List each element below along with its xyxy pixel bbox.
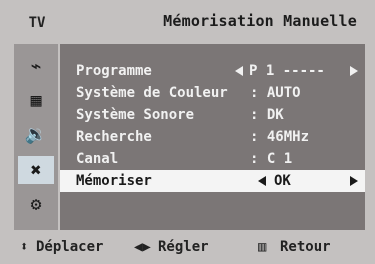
row-value: : C 1	[250, 151, 293, 167]
right-arrow-icon[interactable]	[350, 66, 358, 76]
left-arrow-icon[interactable]	[235, 66, 243, 76]
move-hint-icon: ⬍	[20, 239, 29, 255]
row-label: Système Sonore	[76, 107, 195, 123]
satellite-icon[interactable]: ✖	[18, 156, 54, 184]
menu-title: Mémorisation Manuelle	[163, 12, 357, 30]
row-value: : DK	[250, 107, 284, 123]
settings-icon[interactable]: ⚙	[18, 190, 54, 218]
speaker-icon[interactable]: 🔉	[18, 120, 54, 148]
picture-icon[interactable]: ▦	[18, 86, 54, 114]
menu-row-systeme-sonore[interactable]: Système Sonore : DK	[60, 104, 365, 126]
menu-row-programme[interactable]: Programme P 1 -----	[60, 60, 365, 82]
adjust-hint-icon: ◀▶	[134, 239, 151, 255]
return-hint-label: Retour	[280, 239, 331, 255]
adjust-hint-label: Régler	[158, 239, 209, 255]
row-label: Système de Couleur	[76, 85, 228, 101]
menu-titlebar: TV Mémorisation Manuelle	[0, 0, 375, 44]
row-value: OK	[274, 173, 291, 189]
menu-sidebar: ⌁ ▦ 🔉 ✖ ⚙	[14, 44, 58, 230]
row-label: Programme	[76, 63, 152, 79]
menu-row-canal[interactable]: Canal : C 1	[60, 148, 365, 170]
menu-content: Programme P 1 ----- Système de Couleur :…	[60, 44, 365, 230]
row-label: Recherche	[76, 129, 152, 145]
row-value: P 1 -----	[249, 63, 325, 79]
right-arrow-icon[interactable]	[350, 176, 358, 186]
menu-row-recherche[interactable]: Recherche : 46MHz	[60, 126, 365, 148]
menu-row-memoriser[interactable]: Mémoriser OK	[60, 170, 365, 192]
tv-antenna-icon[interactable]: ⌁	[18, 52, 54, 80]
left-arrow-icon[interactable]	[258, 176, 266, 186]
tv-tab-label: TV	[28, 15, 46, 31]
tv-osd-menu: TV Mémorisation Manuelle ⌁ ▦ 🔉 ✖ ⚙ Progr…	[0, 0, 375, 264]
row-label: Canal	[76, 151, 119, 167]
menu-footer: ⬍ Déplacer ◀▶ Régler ▥ Retour	[0, 230, 375, 264]
return-hint-icon: ▥	[258, 239, 267, 255]
move-hint-label: Déplacer	[36, 239, 104, 255]
row-value: : 46MHz	[250, 129, 310, 145]
menu-row-systeme-couleur[interactable]: Système de Couleur : AUTO	[60, 82, 365, 104]
row-label: Mémoriser	[76, 173, 152, 189]
row-value: : AUTO	[250, 85, 301, 101]
